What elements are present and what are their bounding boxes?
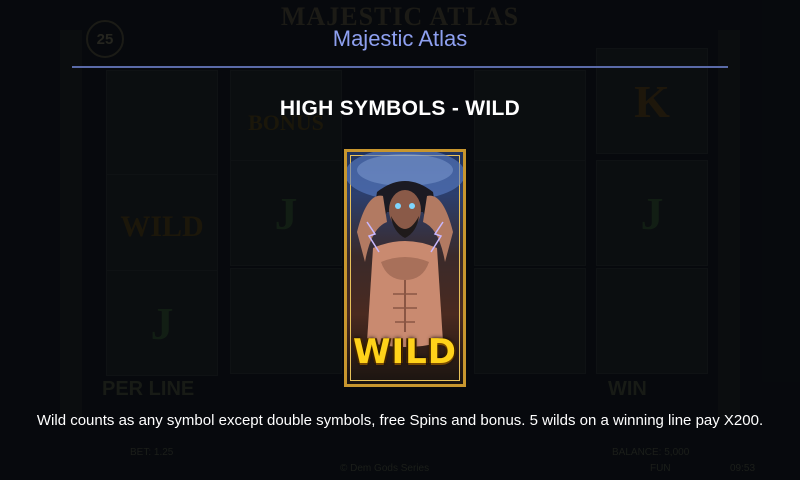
paytable-header-title: Majestic Atlas — [332, 26, 468, 51]
wild-label: WILD — [352, 332, 458, 372]
wild-symbol-card: WILD — [344, 149, 466, 387]
symbol-description: Wild counts as any symbol except double … — [36, 412, 764, 429]
header-divider — [72, 66, 728, 68]
section-title: HIGH SYMBOLS - WILD — [279, 97, 521, 120]
